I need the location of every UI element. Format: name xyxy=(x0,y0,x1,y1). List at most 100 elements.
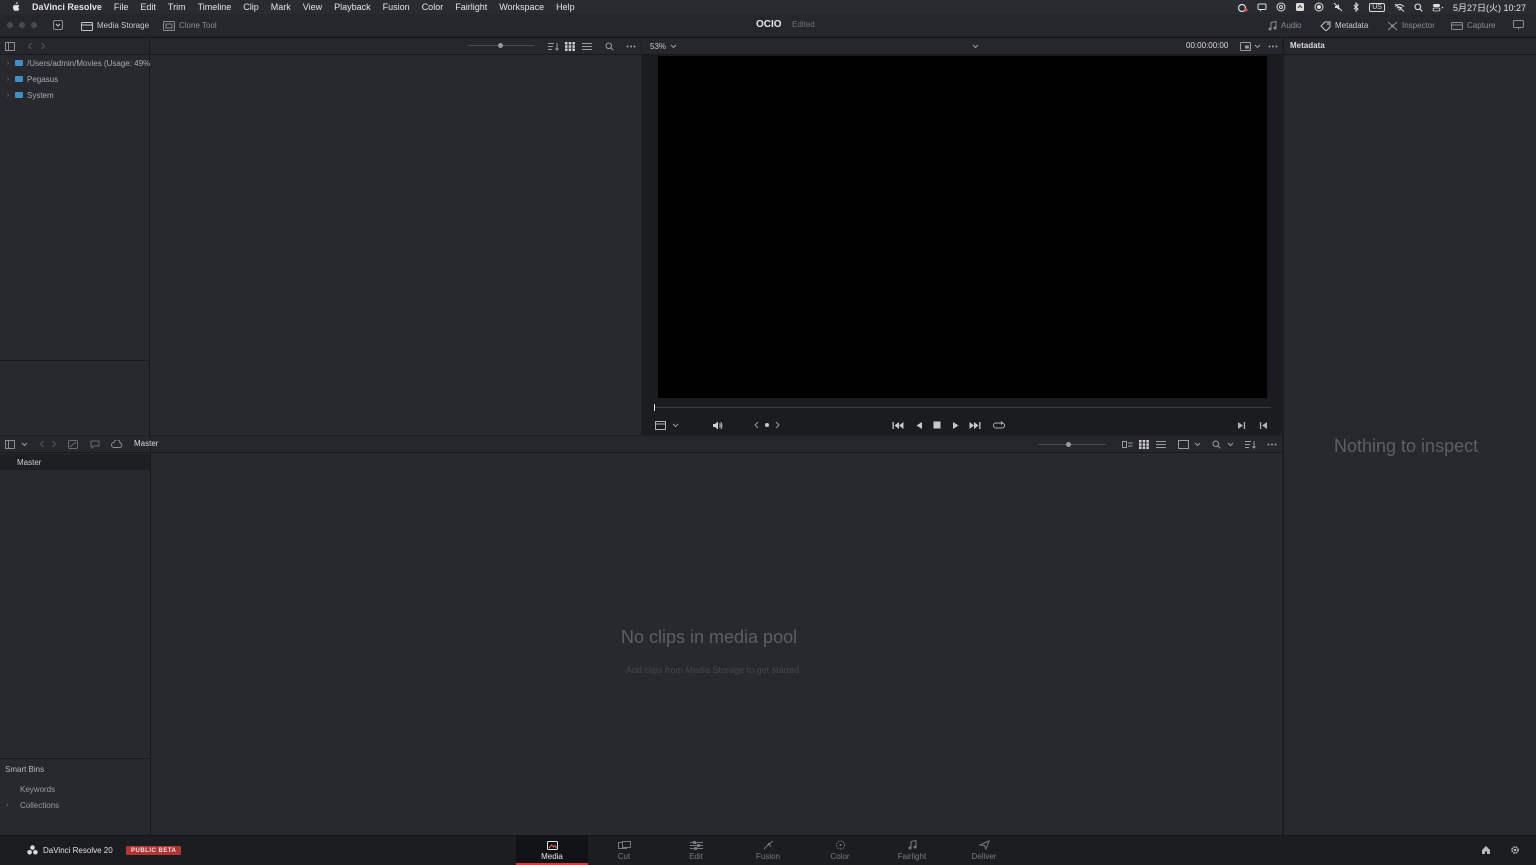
window-zoom-button[interactable] xyxy=(31,22,37,28)
bin-sidebar-toggle[interactable] xyxy=(4,439,16,449)
smart-bin-collections[interactable]: › Collections xyxy=(0,799,59,811)
playhead[interactable] xyxy=(654,404,655,411)
workspace-toggle-button[interactable] xyxy=(52,20,64,30)
menu-view[interactable]: View xyxy=(297,2,328,12)
apple-icon[interactable] xyxy=(0,2,26,12)
menu-playback[interactable]: Playback xyxy=(328,2,377,12)
pool-viewer-mode-chevron[interactable] xyxy=(1191,439,1203,449)
viewer-mode-button[interactable] xyxy=(654,420,666,430)
mark-in-button[interactable] xyxy=(1235,420,1247,430)
volume-button[interactable] xyxy=(711,420,723,430)
fullscreen-toggle-button[interactable] xyxy=(1512,20,1524,30)
clone-tool-button[interactable]: Clone Tool xyxy=(163,19,217,32)
storage-location-system[interactable]: › System xyxy=(0,88,54,102)
pool-more-button[interactable] xyxy=(1266,439,1278,449)
menu-color[interactable]: Color xyxy=(416,2,450,12)
pool-viewer-mode-button[interactable] xyxy=(1177,439,1189,449)
record-icon[interactable] xyxy=(1314,2,1324,12)
nav-back-button[interactable] xyxy=(24,41,36,51)
slider-handle[interactable] xyxy=(1066,442,1071,447)
menu-timeline[interactable]: Timeline xyxy=(192,2,238,12)
project-manager-button[interactable] xyxy=(1480,845,1492,855)
bin-item-master[interactable]: Master xyxy=(0,454,150,470)
jog-control[interactable] xyxy=(752,420,782,430)
loop-button[interactable] xyxy=(993,420,1005,430)
page-tab-deliver[interactable]: Deliver xyxy=(948,836,1020,865)
chevron-right-icon[interactable]: › xyxy=(5,60,11,67)
menu-trim[interactable]: Trim xyxy=(162,2,192,12)
viewer-mode-chevron[interactable] xyxy=(669,420,681,430)
audio-panel-button[interactable]: Audio xyxy=(1268,19,1301,32)
menu-app-name[interactable]: DaVinci Resolve xyxy=(26,2,108,12)
comment-button[interactable] xyxy=(89,439,101,449)
nav-forward-button[interactable] xyxy=(37,41,49,51)
pool-list-view-button[interactable] xyxy=(1155,439,1167,449)
media-storage-button[interactable]: Media Storage xyxy=(81,19,149,32)
menu-fairlight[interactable]: Fairlight xyxy=(449,2,493,12)
viewer-options-chevron[interactable] xyxy=(1251,41,1263,51)
creative-cloud-icon[interactable] xyxy=(1236,3,1248,12)
bin-sidebar-chevron[interactable] xyxy=(18,439,30,449)
stop-button[interactable] xyxy=(931,420,943,430)
window-minimize-button[interactable] xyxy=(19,22,25,28)
menu-edit[interactable]: Edit xyxy=(134,2,162,12)
unlink-button[interactable] xyxy=(67,439,79,449)
cloud-button[interactable] xyxy=(111,439,123,449)
viewer-canvas[interactable] xyxy=(658,56,1267,398)
wifi-off-icon[interactable] xyxy=(1394,3,1405,12)
mark-out-button[interactable] xyxy=(1257,420,1269,430)
pool-search-chevron[interactable] xyxy=(1224,439,1236,449)
grid-view-button[interactable] xyxy=(564,41,576,51)
message-icon[interactable] xyxy=(1257,3,1267,12)
bin-nav-forward-button[interactable] xyxy=(48,439,60,449)
menu-mark[interactable]: Mark xyxy=(265,2,297,12)
menu-clip[interactable]: Clip xyxy=(237,2,265,12)
viewer-timecode[interactable]: 00:00:00:00 xyxy=(1186,41,1228,50)
chevron-right-icon[interactable]: › xyxy=(6,802,14,809)
pool-grid-view-button[interactable] xyxy=(1138,439,1150,449)
page-tab-fairlight[interactable]: Fairlight xyxy=(876,836,948,865)
chevron-right-icon[interactable]: › xyxy=(5,76,11,83)
spotlight-search-icon[interactable] xyxy=(1414,2,1423,12)
notes-app-icon[interactable] xyxy=(1295,2,1305,12)
menu-fusion[interactable]: Fusion xyxy=(377,2,416,12)
pool-sort-button[interactable] xyxy=(1244,439,1256,449)
menu-file[interactable]: File xyxy=(108,2,135,12)
viewer-options-button[interactable] xyxy=(1239,41,1251,51)
go-to-end-button[interactable] xyxy=(969,420,981,430)
smart-bin-keywords[interactable]: Keywords xyxy=(0,783,55,795)
menubar-clock[interactable]: 5月27日(火) 10:27 xyxy=(1453,1,1526,14)
zoom-dropdown[interactable]: 53% xyxy=(650,41,677,51)
storage-location-movies[interactable]: › /Users/admin/Movies (Usage: 49%) xyxy=(0,56,153,70)
pool-search-button[interactable] xyxy=(1210,439,1222,449)
menu-help[interactable]: Help xyxy=(550,2,581,12)
play-reverse-button[interactable] xyxy=(913,420,925,430)
play-button[interactable] xyxy=(950,420,962,430)
sidebar-toggle-button[interactable] xyxy=(4,41,16,51)
input-source-indicator[interactable]: US xyxy=(1369,2,1385,12)
window-close-button[interactable] xyxy=(7,22,13,28)
slider-handle[interactable] xyxy=(498,43,503,48)
go-to-start-button[interactable] xyxy=(892,420,904,430)
page-tab-fusion[interactable]: Fusion xyxy=(732,836,804,865)
control-center-icon[interactable] xyxy=(1432,3,1444,12)
project-settings-button[interactable] xyxy=(1509,845,1521,855)
scrubber-bar[interactable] xyxy=(654,404,1271,411)
metadata-view-button[interactable] xyxy=(1121,439,1133,449)
bluetooth-icon[interactable] xyxy=(1352,2,1360,12)
chevron-right-icon[interactable]: › xyxy=(5,92,11,99)
list-view-button[interactable] xyxy=(581,41,593,51)
page-tab-color[interactable]: Color xyxy=(804,836,876,865)
bin-nav-back-button[interactable] xyxy=(36,439,48,449)
page-tab-cut[interactable]: Cut xyxy=(588,836,660,865)
at-sign-icon[interactable] xyxy=(1276,2,1286,12)
page-tab-media[interactable]: Media xyxy=(516,836,588,865)
thumbnail-size-slider[interactable] xyxy=(468,43,534,48)
page-tab-edit[interactable]: Edit xyxy=(660,836,732,865)
metadata-panel-button[interactable]: Metadata xyxy=(1320,19,1368,32)
pool-thumbnail-size-slider[interactable] xyxy=(1038,442,1106,447)
mute-icon[interactable] xyxy=(1333,2,1343,12)
storage-location-pegasus[interactable]: › Pegasus xyxy=(0,72,58,86)
search-button[interactable] xyxy=(603,41,615,51)
more-options-button[interactable] xyxy=(625,41,637,51)
